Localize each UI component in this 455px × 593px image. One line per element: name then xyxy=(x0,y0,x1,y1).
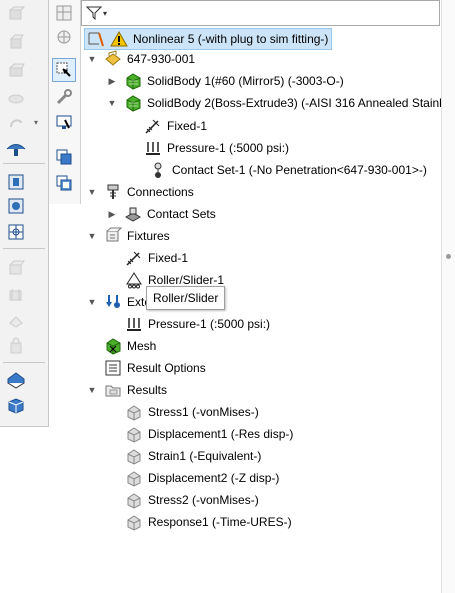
connections-icon xyxy=(104,183,122,201)
contact-set-icon xyxy=(149,161,167,179)
result-label: Displacement1 (-Res disp-) xyxy=(148,427,294,441)
contact-sets-icon xyxy=(124,205,142,223)
solidbody-1-label: SolidBody 1(#60 (Mirror5) (-3003-O-) xyxy=(147,74,344,88)
mesh-label: Mesh xyxy=(127,339,157,353)
collapse-arrow-icon[interactable]: ▼ xyxy=(86,54,98,64)
result-plot-icon xyxy=(125,469,143,487)
warning-icon xyxy=(110,30,128,48)
tree-item-contact-sets[interactable]: ▶ Contact Sets xyxy=(106,204,216,224)
result-label: Stress2 (-vonMises-) xyxy=(148,493,259,507)
tree-item-results[interactable]: ▼ Results xyxy=(86,380,167,400)
pressure-sub-label: Pressure-1 (:5000 psi:) xyxy=(167,141,290,155)
tree-item-contact-set[interactable]: Contact Set-1 (-No Penetration<647-930-0… xyxy=(149,160,427,180)
roller-slider-label: Roller/Slider-1 xyxy=(148,273,225,287)
roller-slider-icon xyxy=(125,271,143,289)
tree-item-result[interactable]: Displacement1 (-Res disp-) xyxy=(125,424,293,444)
collapse-arrow-icon[interactable]: ▼ xyxy=(86,297,98,307)
result-plot-icon xyxy=(125,491,143,509)
fixed-geometry-icon xyxy=(144,117,162,135)
mesh-icon xyxy=(104,337,122,355)
expand-arrow-icon[interactable]: ▶ xyxy=(106,209,118,220)
panel-splitter[interactable] xyxy=(441,0,455,593)
external-loads-icon xyxy=(104,293,122,311)
tree-item-result[interactable]: Response1 (-Time-URES-) xyxy=(125,512,292,532)
part-icon xyxy=(104,50,122,68)
tree-item-solidbody-2[interactable]: ▼ SolidBody 2(Boss-Extrude3) (-AISI 316 … xyxy=(106,93,455,113)
collapse-arrow-icon[interactable]: ▼ xyxy=(86,187,98,197)
tree-item-study[interactable]: Nonlinear 5 (-with plug to sim fitting-) xyxy=(84,28,333,50)
result-plot-icon xyxy=(125,447,143,465)
connections-label: Connections xyxy=(127,185,194,199)
tree-item-result[interactable]: Displacement2 (-Z disp-) xyxy=(125,468,279,488)
result-label: Stress1 (-vonMises-) xyxy=(148,405,259,419)
fixed-geometry-icon xyxy=(125,249,143,267)
tree-item-solidbody-1[interactable]: ▶ SolidBody 1(#60 (Mirror5) (-3003-O-) xyxy=(106,71,344,91)
tree-item-pressure-sub[interactable]: Pressure-1 (:5000 psi:) xyxy=(144,138,289,158)
result-plot-icon xyxy=(125,513,143,531)
solid-body-mesh-icon xyxy=(124,94,142,112)
simulation-tree: Nonlinear 5 (-with plug to sim fitting-)… xyxy=(0,0,455,593)
collapse-arrow-icon[interactable]: ▼ xyxy=(106,98,118,108)
tree-item-result[interactable]: Strain1 (-Equivalent-) xyxy=(125,446,261,466)
solidbody-2-label: SolidBody 2(Boss-Extrude3) (-AISI 316 An… xyxy=(147,96,455,110)
result-label: Response1 (-Time-URES-) xyxy=(148,515,292,529)
contact-sets-label: Contact Sets xyxy=(147,207,216,221)
tree-item-fixtures[interactable]: ▼ Fixtures xyxy=(86,226,170,246)
fixed-sub-label: Fixed-1 xyxy=(167,119,208,133)
tree-item-result-options[interactable]: Result Options xyxy=(104,358,206,378)
tree-item-part[interactable]: ▼ 647-930-001 xyxy=(86,49,195,69)
tree-item-fixed-sub[interactable]: Fixed-1 xyxy=(144,116,207,136)
results-label: Results xyxy=(127,383,168,397)
tree-item-connections[interactable]: ▼ Connections xyxy=(86,182,194,202)
solid-body-mesh-icon xyxy=(124,72,142,90)
result-options-icon xyxy=(104,359,122,377)
pressure-1-label: Pressure-1 (:5000 psi:) xyxy=(148,317,271,331)
fixtures-label: Fixtures xyxy=(127,229,170,243)
collapse-arrow-icon[interactable]: ▼ xyxy=(86,231,98,241)
splitter-grip-icon[interactable] xyxy=(446,254,451,259)
tooltip: Roller/Slider xyxy=(146,286,226,310)
result-options-label: Result Options xyxy=(127,361,206,375)
result-plot-icon xyxy=(125,403,143,421)
tree-item-fixed-1[interactable]: Fixed-1 xyxy=(125,248,188,268)
tooltip-text: Roller/Slider xyxy=(153,291,219,305)
tree-item-external-loads[interactable]: ▼ Exte xyxy=(86,292,151,312)
part-label: 647-930-001 xyxy=(127,52,196,66)
result-label: Displacement2 (-Z disp-) xyxy=(148,471,280,485)
result-label: Strain1 (-Equivalent-) xyxy=(148,449,262,463)
tree-item-result[interactable]: Stress2 (-vonMises-) xyxy=(125,490,259,510)
fixtures-icon xyxy=(104,227,122,245)
pressure-load-icon xyxy=(125,315,143,333)
results-folder-icon xyxy=(104,381,122,399)
study-label: Nonlinear 5 (-with plug to sim fitting-) xyxy=(133,32,329,46)
contact-set-label: Contact Set-1 (-No Penetration<647-930-0… xyxy=(172,163,427,177)
study-icon xyxy=(87,30,105,48)
result-plot-icon xyxy=(125,425,143,443)
tree-item-result[interactable]: Stress1 (-vonMises-) xyxy=(125,402,259,422)
collapse-arrow-icon[interactable]: ▼ xyxy=(86,385,98,395)
fixed-1-label: Fixed-1 xyxy=(148,251,189,265)
expand-arrow-icon[interactable]: ▶ xyxy=(106,76,118,87)
tree-item-mesh[interactable]: Mesh xyxy=(104,336,156,356)
pressure-load-icon xyxy=(144,139,162,157)
tree-item-pressure-1[interactable]: Pressure-1 (:5000 psi:) xyxy=(125,314,270,334)
